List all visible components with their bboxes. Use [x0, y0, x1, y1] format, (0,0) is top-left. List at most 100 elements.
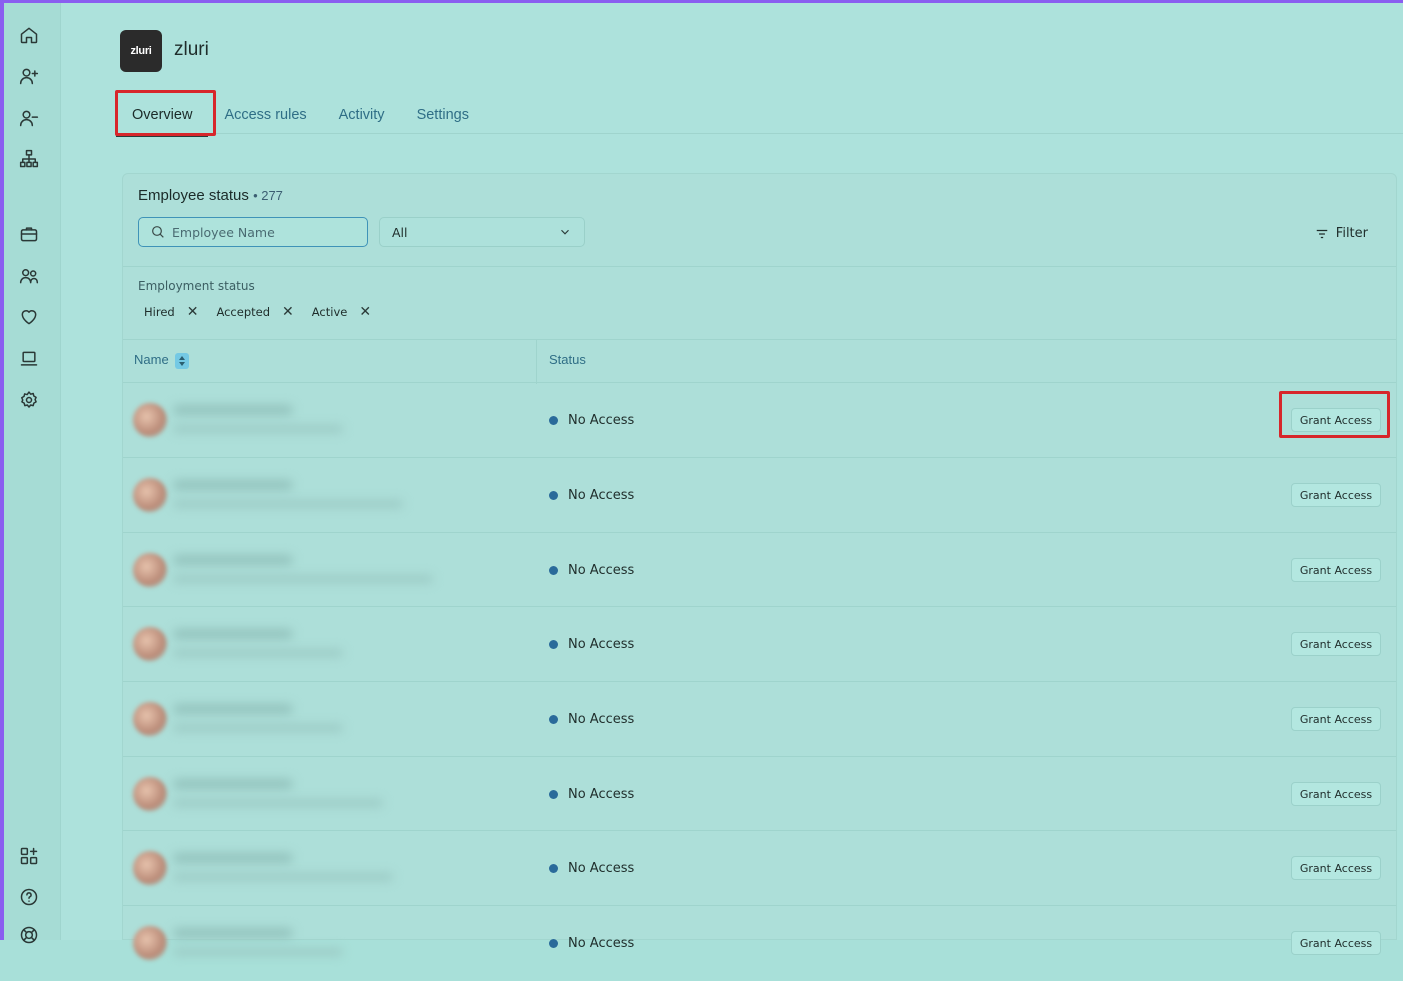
dropdown-value: All: [392, 224, 408, 240]
help-icon[interactable]: [17, 885, 41, 909]
blurred-email: [173, 724, 343, 732]
grant-access-button[interactable]: Grant Access: [1291, 632, 1381, 656]
chip-active: Active ✕: [306, 302, 377, 322]
status-text: No Access: [568, 637, 635, 652]
status-dot: [549, 864, 558, 873]
avatar: [133, 553, 167, 587]
apps-add-icon[interactable]: [17, 844, 41, 868]
column-header-name[interactable]: Name: [134, 352, 189, 369]
blurred-email: [173, 425, 343, 433]
status-dot: [549, 790, 558, 799]
support-icon[interactable]: [17, 923, 41, 947]
users-icon[interactable]: [17, 264, 41, 288]
app-logo: zluri: [120, 30, 162, 72]
grant-access-button[interactable]: Grant Access: [1291, 931, 1381, 955]
app-name: zluri: [174, 39, 209, 60]
blurred-name: [173, 853, 293, 863]
status-dot: [549, 939, 558, 948]
status-cell: No Access: [549, 787, 634, 802]
status-text: No Access: [568, 787, 635, 802]
laptop-icon[interactable]: [17, 347, 41, 371]
filter-icon: [1316, 229, 1328, 238]
status-dot: [549, 491, 558, 500]
blurred-name: [173, 405, 293, 415]
status-cell: No Access: [549, 413, 634, 428]
status-text: No Access: [568, 861, 635, 876]
status-dot: [549, 640, 558, 649]
card-title: Employee status • 277: [138, 187, 283, 204]
tab-activity[interactable]: Activity: [323, 93, 401, 137]
blurred-email: [173, 575, 433, 583]
grant-access-button[interactable]: Grant Access: [1291, 856, 1381, 880]
tab-overview[interactable]: Overview: [116, 93, 209, 137]
grant-access-button[interactable]: Grant Access: [1291, 782, 1381, 806]
chip-label: Accepted: [216, 305, 271, 319]
table-row: No Access Grant Access: [123, 457, 1396, 533]
blurred-name: [173, 629, 293, 639]
status-dropdown[interactable]: All: [379, 217, 585, 247]
column-header-status: Status: [549, 352, 586, 367]
search-icon: [152, 226, 164, 238]
tab-divider: [116, 133, 1403, 134]
column-name-label: Name: [134, 352, 169, 367]
close-icon[interactable]: ✕: [282, 304, 294, 320]
filter-chips: Hired ✕ Accepted ✕ Active ✕: [138, 302, 377, 322]
blurred-email: [173, 948, 343, 956]
tab-bar: Overview Access rules Activity Settings: [116, 93, 485, 137]
search-box[interactable]: [138, 217, 368, 247]
status-cell: No Access: [549, 637, 634, 652]
blurred-email: [173, 799, 383, 807]
blurred-name: [173, 779, 293, 789]
filter-label: Filter: [1335, 226, 1368, 241]
table-row: No Access Grant Access: [123, 382, 1396, 458]
user-plus-icon[interactable]: [17, 64, 41, 88]
avatar: [133, 777, 167, 811]
sort-icon[interactable]: [174, 352, 189, 369]
status-text: No Access: [568, 712, 635, 727]
status-dot: [549, 566, 558, 575]
table-row: No Access Grant Access: [123, 905, 1396, 981]
org-chart-icon[interactable]: [17, 147, 41, 171]
grant-access-button[interactable]: Grant Access: [1291, 707, 1381, 731]
avatar: [133, 478, 167, 512]
avatar: [133, 702, 167, 736]
avatar: [133, 851, 167, 885]
column-divider: [536, 339, 537, 384]
status-text: No Access: [568, 936, 635, 951]
table-row: No Access Grant Access: [123, 532, 1396, 608]
close-icon[interactable]: ✕: [187, 304, 199, 320]
chip-label: Active: [311, 305, 348, 319]
table-row: No Access Grant Access: [123, 756, 1396, 832]
table-row: No Access Grant Access: [123, 606, 1396, 682]
employment-status-label: Employment status: [138, 279, 255, 293]
filter-button[interactable]: Filter: [1315, 226, 1368, 241]
blurred-email: [173, 649, 343, 657]
grant-access-button[interactable]: Grant Access: [1291, 558, 1381, 582]
home-icon[interactable]: [17, 23, 41, 47]
close-icon[interactable]: ✕: [359, 304, 371, 320]
user-minus-icon[interactable]: [17, 106, 41, 130]
briefcase-icon[interactable]: [17, 222, 41, 246]
header-top-divider: [123, 339, 1396, 340]
blurred-email: [173, 500, 403, 508]
employee-status-card: Employee status • 277 All Filter Employm…: [122, 173, 1397, 960]
avatar: [133, 627, 167, 661]
blurred-name: [173, 928, 293, 938]
settings-icon[interactable]: [17, 388, 41, 412]
status-text: No Access: [568, 488, 635, 503]
blurred-name: [173, 555, 293, 565]
chip-accepted: Accepted ✕: [210, 302, 299, 322]
status-cell: No Access: [549, 488, 634, 503]
search-input[interactable]: [170, 223, 354, 241]
table-row: No Access Grant Access: [123, 830, 1396, 906]
grant-access-button[interactable]: Grant Access: [1291, 483, 1381, 507]
tab-settings[interactable]: Settings: [401, 93, 485, 137]
heart-icon[interactable]: [17, 305, 41, 329]
avatar: [133, 403, 167, 437]
status-cell: No Access: [549, 936, 634, 951]
chip-hired: Hired ✕: [138, 302, 204, 322]
chip-label: Hired: [144, 305, 175, 319]
employee-count: • 277: [253, 188, 283, 203]
tab-access-rules[interactable]: Access rules: [208, 93, 322, 137]
grant-access-button[interactable]: Grant Access: [1291, 408, 1381, 432]
